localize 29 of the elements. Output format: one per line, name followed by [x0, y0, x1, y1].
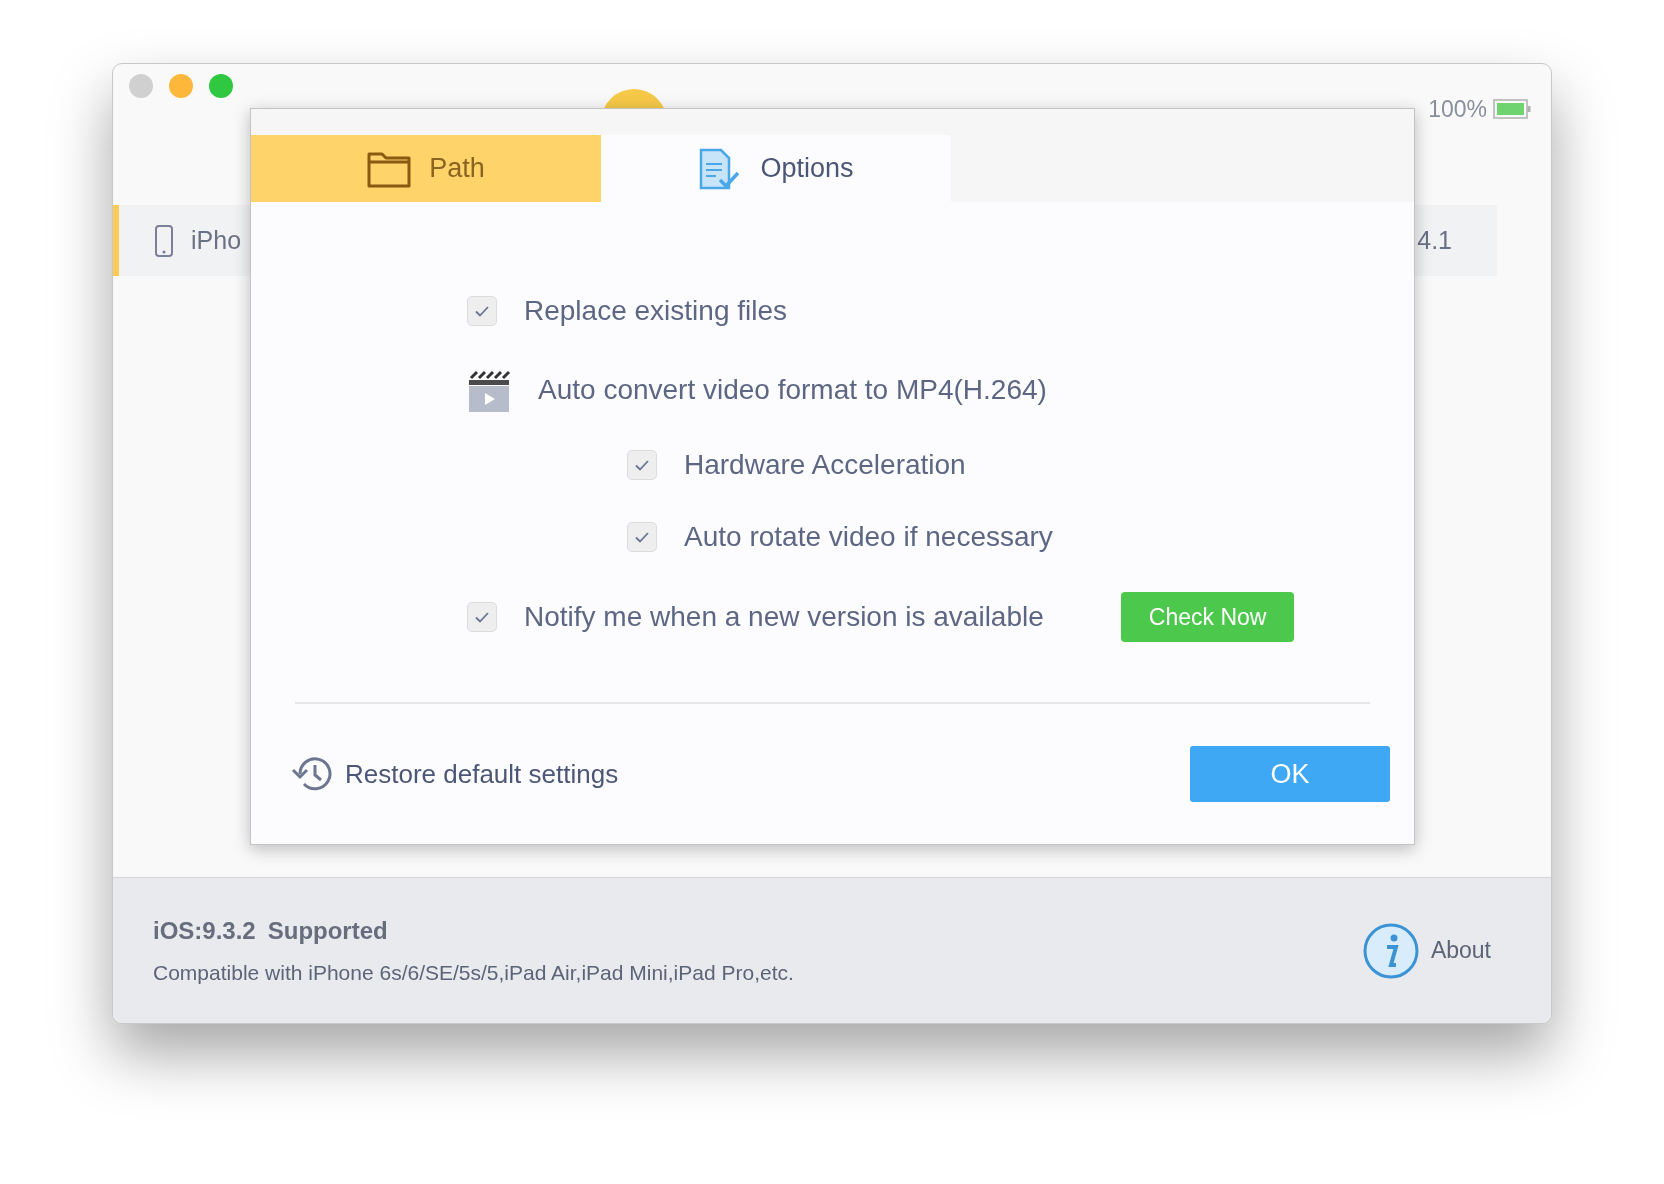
ios-version: iOS:9.3.2 — [153, 915, 256, 946]
phone-icon — [155, 224, 173, 257]
checkmark-icon — [475, 305, 489, 317]
checkmark-icon — [635, 459, 649, 471]
option-label: Auto convert video format to MP4(H.264) — [538, 373, 1047, 407]
checkbox[interactable] — [627, 522, 657, 552]
device-name: iPho — [191, 224, 242, 256]
checkmark-icon — [635, 531, 649, 543]
option-label: Replace existing files — [524, 294, 788, 328]
compatibility-text: Compatible with iPhone 6s/6/SE/5s/5,iPad Air,iPad Mini,iPad Pro,etc. — [153, 959, 794, 986]
history-icon[interactable] — [291, 755, 333, 793]
option-label: Notify me when a new version is available — [524, 600, 1044, 634]
restore-defaults-link[interactable]: Restore default settings — [345, 754, 619, 794]
supported-label: Supported — [267, 915, 388, 946]
battery-icon — [1493, 99, 1531, 119]
dialog-tab[interactable]: Options — [601, 135, 951, 202]
checkmark-icon — [475, 611, 489, 623]
option-label: Auto rotate video if necessary — [684, 520, 1053, 554]
option-label: Hardware Acceleration — [684, 448, 966, 482]
window-control-button[interactable] — [209, 74, 233, 98]
checkbox[interactable] — [467, 296, 497, 326]
battery-percentage: 100% — [1428, 94, 1487, 124]
about-link[interactable]: About — [1430, 933, 1491, 968]
device-version: .4.1 — [1410, 224, 1452, 256]
ok-button[interactable]: OK — [1190, 746, 1390, 802]
dialog-tab[interactable]: Path — [251, 135, 601, 202]
info-icon[interactable] — [1362, 922, 1419, 979]
checkbox[interactable] — [467, 602, 497, 632]
checkbox[interactable] — [627, 450, 657, 480]
